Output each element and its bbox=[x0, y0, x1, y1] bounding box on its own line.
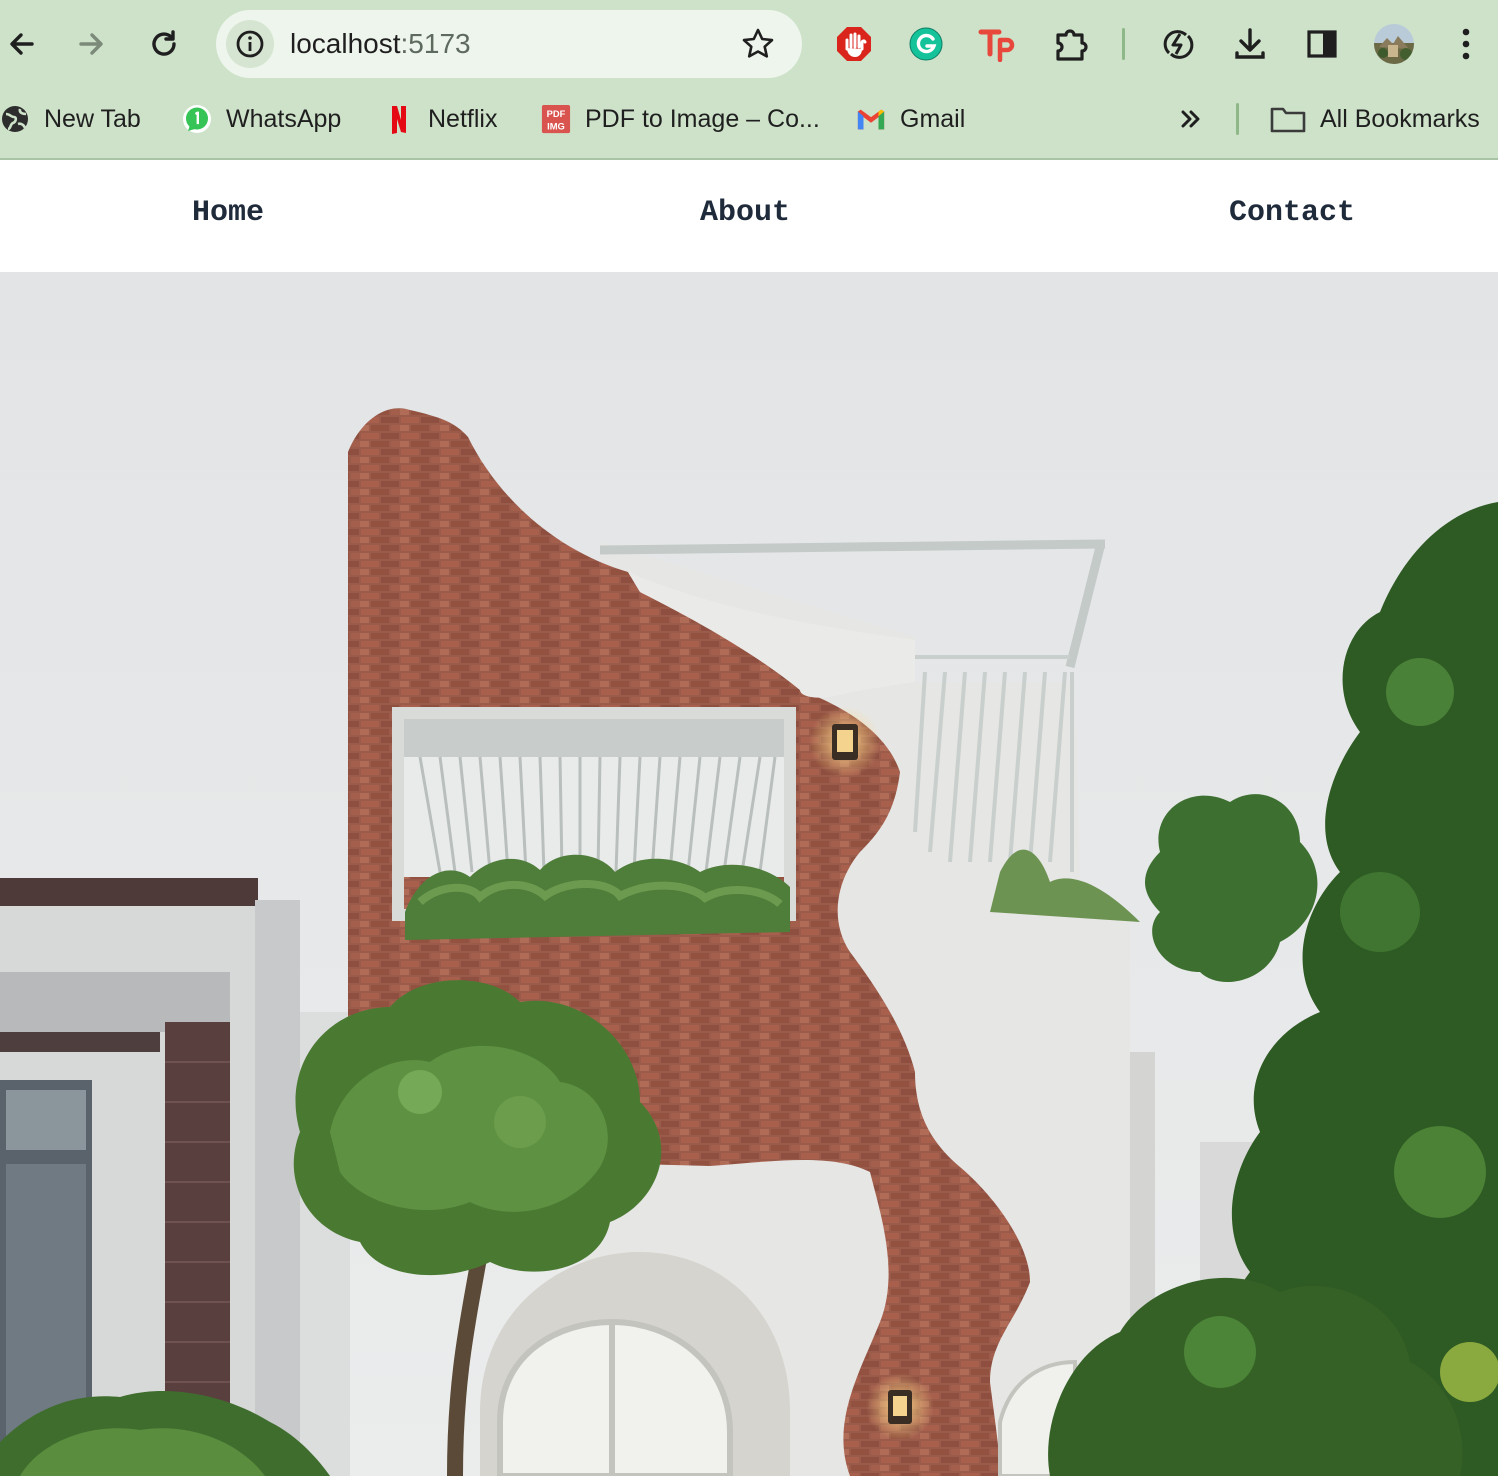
url-text[interactable]: localhost:5173 bbox=[290, 29, 471, 59]
all-bookmarks-label: All Bookmarks bbox=[1320, 104, 1480, 133]
tp-logo-icon bbox=[978, 29, 1015, 62]
extensions-button[interactable] bbox=[1049, 22, 1093, 66]
bookmark-new-tab[interactable]: New Tab bbox=[0, 96, 141, 142]
bookmark-whatsapp[interactable]: WhatsApp bbox=[182, 96, 341, 142]
kebab-menu-icon bbox=[1462, 28, 1470, 60]
grammarly-icon bbox=[909, 27, 943, 61]
url-host: localhost bbox=[290, 28, 401, 59]
adblock-hand-icon bbox=[837, 27, 871, 61]
browser-menu-button[interactable] bbox=[1444, 22, 1488, 66]
bookmarks-bar: New Tab WhatsApp Netflix PDF IMG PDF to I… bbox=[0, 96, 1498, 142]
nav-about-link[interactable]: About bbox=[700, 196, 790, 230]
back-button[interactable] bbox=[0, 22, 44, 66]
downloads-button[interactable] bbox=[1228, 22, 1272, 66]
tp-extension-button[interactable] bbox=[976, 22, 1020, 66]
pdf-img-icon: PDF IMG bbox=[541, 104, 571, 134]
folder-icon bbox=[1270, 104, 1306, 134]
globe-icon bbox=[0, 104, 30, 134]
nav-contact-link[interactable]: Contact bbox=[1229, 196, 1355, 230]
profile-button[interactable] bbox=[1372, 22, 1416, 66]
star-icon bbox=[742, 28, 774, 58]
forward-arrow-icon bbox=[79, 33, 103, 55]
browser-toolbar: localhost:5173 bbox=[0, 0, 1498, 88]
info-icon bbox=[236, 30, 264, 58]
nav-home-link[interactable]: Home bbox=[192, 196, 264, 230]
more-bookmarks-button[interactable] bbox=[1176, 96, 1206, 142]
puzzle-icon bbox=[1056, 29, 1088, 61]
energy-saver-icon bbox=[1163, 30, 1194, 59]
performance-button[interactable] bbox=[1156, 22, 1200, 66]
reload-button[interactable] bbox=[142, 22, 186, 66]
bookmark-label: New Tab bbox=[44, 104, 141, 133]
double-chevron-right-icon bbox=[1176, 104, 1206, 134]
house-photo bbox=[0, 272, 1498, 1476]
toolbar-divider bbox=[1122, 28, 1125, 60]
netflix-icon bbox=[384, 104, 414, 134]
grammarly-extension-button[interactable] bbox=[904, 22, 948, 66]
gmail-icon bbox=[856, 104, 886, 134]
bookmark-label: Netflix bbox=[428, 104, 498, 133]
site-navbar: Home About Contact bbox=[0, 160, 1498, 272]
hero-image bbox=[0, 272, 1498, 1476]
side-panel-button[interactable] bbox=[1300, 22, 1344, 66]
svg-text:PDF: PDF bbox=[547, 109, 566, 119]
back-arrow-icon bbox=[10, 33, 34, 55]
forward-button[interactable] bbox=[69, 22, 113, 66]
bookmark-label: WhatsApp bbox=[226, 104, 342, 133]
browser-chrome: localhost:5173 New Tab WhatsApp Netflix … bbox=[0, 0, 1498, 160]
reload-icon bbox=[152, 30, 176, 56]
bookmark-gmail[interactable]: Gmail bbox=[856, 96, 965, 142]
bookmark-star-button[interactable] bbox=[740, 26, 776, 62]
svg-text:IMG: IMG bbox=[547, 121, 565, 131]
bookmark-label: Gmail bbox=[900, 104, 966, 133]
bookmark-pdf-to-image[interactable]: PDF IMG PDF to Image – Co... bbox=[541, 96, 820, 142]
bookmark-netflix[interactable]: Netflix bbox=[384, 96, 497, 142]
download-icon bbox=[1235, 28, 1265, 59]
bookmark-label: PDF to Image – Co... bbox=[585, 104, 820, 133]
avatar bbox=[1374, 24, 1414, 64]
address-bar[interactable]: localhost:5173 bbox=[216, 10, 802, 78]
adblock-extension-button[interactable] bbox=[832, 22, 876, 66]
url-port: :5173 bbox=[400, 28, 471, 59]
all-bookmarks-button[interactable]: All Bookmarks bbox=[1270, 96, 1480, 142]
site-info-button[interactable] bbox=[226, 20, 274, 68]
side-panel-icon bbox=[1307, 30, 1337, 58]
bookmarks-divider bbox=[1236, 103, 1239, 135]
whatsapp-icon bbox=[182, 104, 212, 134]
